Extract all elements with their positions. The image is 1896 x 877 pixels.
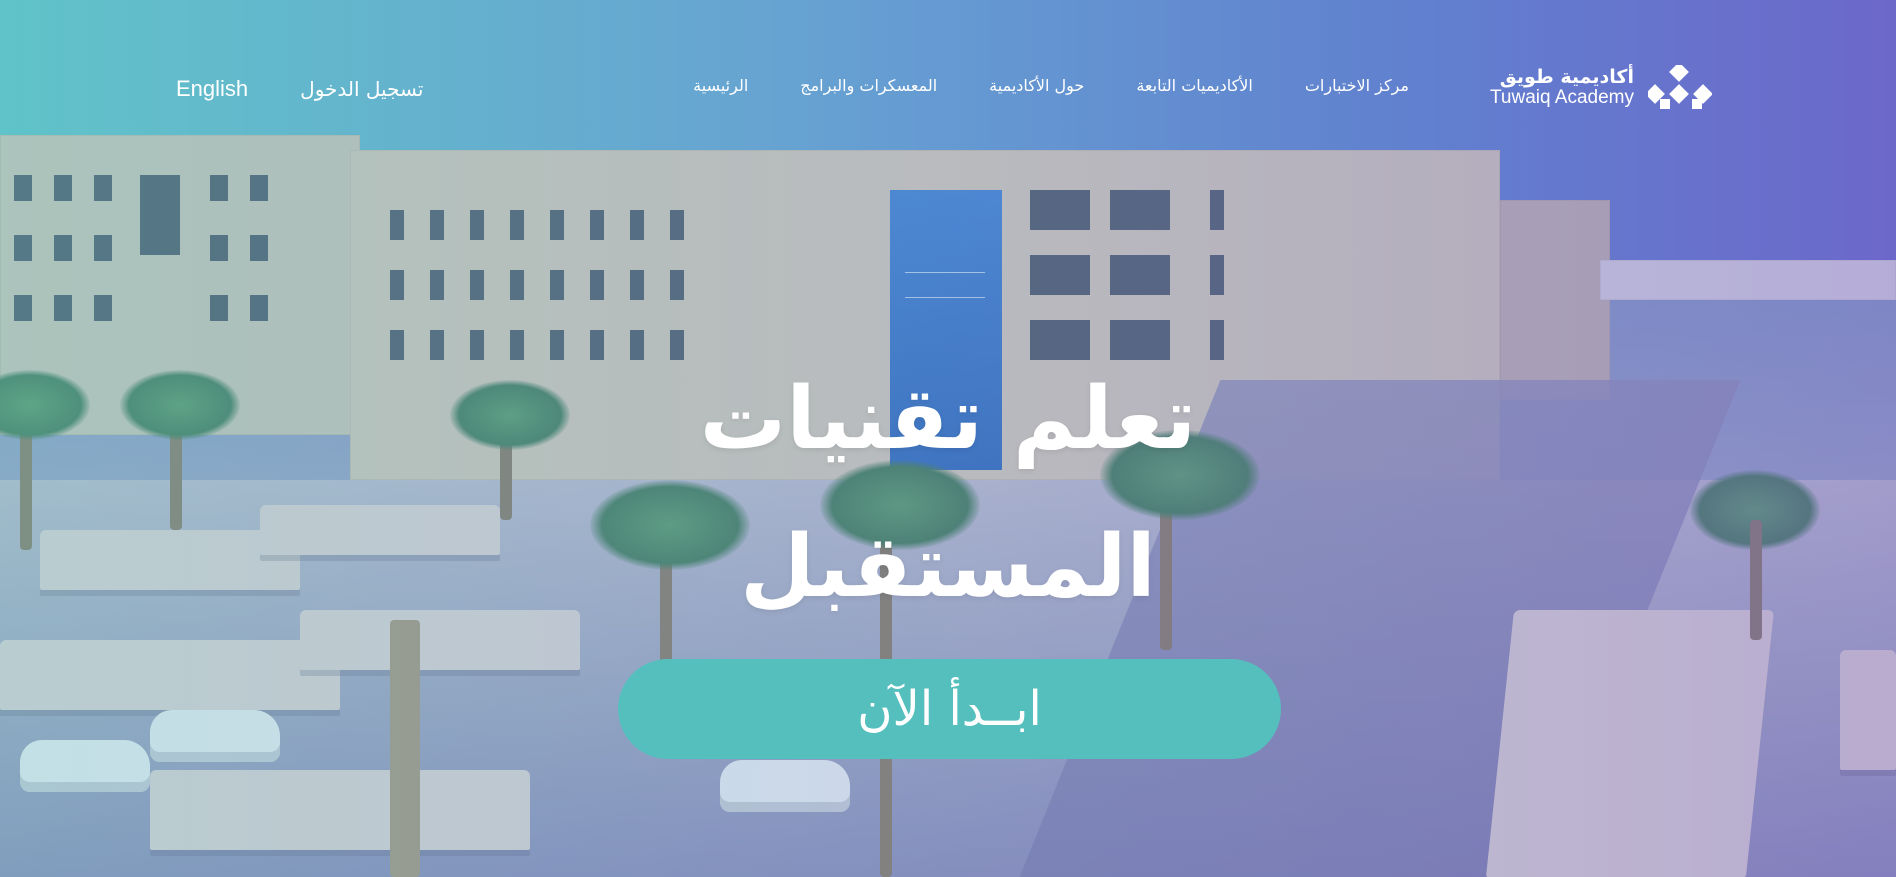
nav-item-camps-programs[interactable]: المعسكرات والبرامج — [800, 76, 937, 95]
brand-logo[interactable]: أكاديمية طويق Tuwaiq Academy — [1480, 62, 1712, 114]
hero-section: أكاديمية طويق Tuwaiq Academy الرئيسية ال… — [0, 0, 1896, 877]
tuwaiq-logo-icon — [1648, 65, 1712, 109]
site-header: أكاديمية طويق Tuwaiq Academy الرئيسية ال… — [0, 0, 1896, 180]
nav-item-affiliated-academies[interactable]: الأكاديميات التابعة — [1136, 76, 1253, 95]
hero-headline: تعلم تقنيات المستقبل — [548, 345, 1348, 641]
main-nav: الرئيسية المعسكرات والبرامج حول الأكاديم… — [693, 76, 1409, 95]
hero-headline-line-2: المستقبل — [740, 517, 1156, 617]
header-actions: English تسجيل الدخول — [176, 76, 423, 102]
brand-name-arabic: أكاديمية طويق — [1499, 66, 1634, 89]
login-link[interactable]: تسجيل الدخول — [300, 77, 423, 101]
hero-headline-line-1: تعلم تقنيات — [699, 369, 1197, 469]
brand-wordmark: أكاديمية طويق Tuwaiq Academy — [1490, 67, 1634, 109]
brand-name-english: Tuwaiq Academy — [1490, 87, 1634, 108]
language-switch[interactable]: English — [176, 76, 248, 102]
start-now-button[interactable]: ابــدأ الآن — [618, 659, 1281, 759]
nav-item-home[interactable]: الرئيسية — [693, 76, 748, 95]
nav-item-about[interactable]: حول الأكاديمية — [989, 76, 1084, 95]
nav-item-testing-center[interactable]: مركز الاختبارات — [1305, 76, 1409, 95]
